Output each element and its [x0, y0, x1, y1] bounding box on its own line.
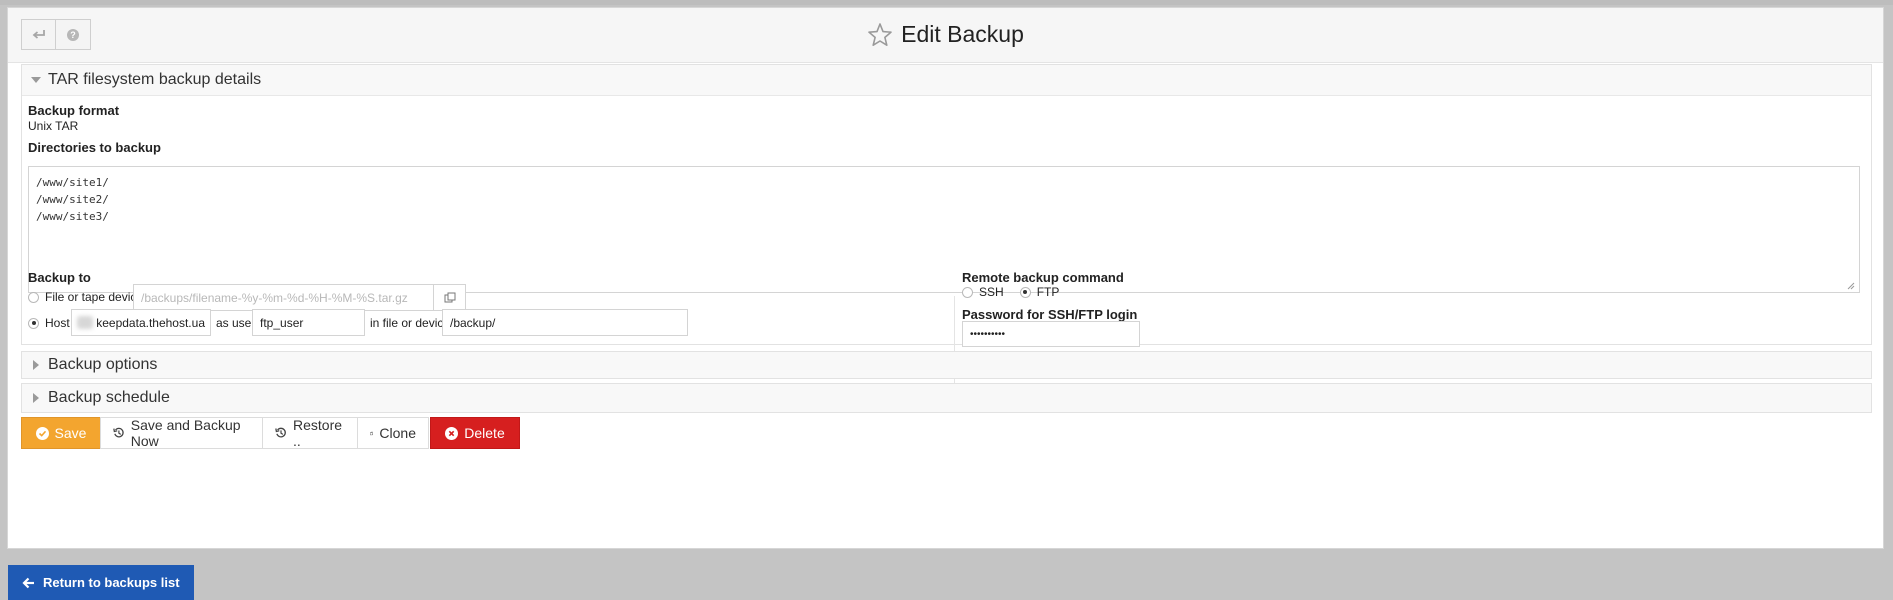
file-path-input[interactable]: /backups/filename-%y-%m-%d-%H-%M-%S.tar.… [133, 284, 434, 311]
backup-to-label: Backup to [28, 270, 91, 285]
file-option-label: File or tape device [45, 290, 144, 304]
caret-right-icon [33, 360, 39, 370]
redacted-host-prefix [77, 316, 94, 329]
backup-format-label: Backup format [28, 103, 120, 118]
restore-label: Restore .. [293, 417, 343, 449]
host-option-label: Host [45, 316, 70, 330]
host-option[interactable]: Host [28, 316, 70, 330]
remote-command-options: SSH FTP [962, 285, 1059, 299]
save-backup-now-button[interactable]: Save and Backup Now [100, 417, 263, 449]
in-file-label: in file or device [370, 316, 451, 330]
delete-label: Delete [464, 425, 505, 441]
file-chooser-icon [444, 292, 455, 302]
file-chooser-button[interactable] [433, 284, 466, 311]
return-to-list-button[interactable]: Return to backups list [8, 565, 194, 600]
as-user-label: as user [216, 316, 256, 330]
save-backup-now-label: Save and Backup Now [130, 417, 241, 449]
clone-button[interactable]: Clone [357, 417, 429, 449]
backup-schedule-section: Backup schedule [21, 383, 1872, 413]
ssh-label: SSH [979, 285, 1004, 299]
history-icon [275, 427, 286, 438]
x-circle-icon [445, 426, 459, 440]
file-option[interactable]: File or tape device [28, 290, 143, 304]
remote-path-input[interactable]: /backup/ [442, 309, 688, 336]
page-title: Edit Backup [901, 21, 1024, 47]
tar-details-title: TAR filesystem backup details [48, 71, 262, 88]
password-label: Password for SSH/FTP login [962, 307, 1138, 322]
save-label: Save [54, 425, 87, 441]
edit-backup-panel: ? Edit Backup TAR filesystem backup deta… [7, 7, 1884, 549]
backup-options-title: Backup options [48, 356, 158, 373]
backup-format-value: Unix TAR [28, 119, 79, 133]
ssh-radio[interactable] [962, 286, 973, 298]
backup-schedule-title: Backup schedule [48, 389, 170, 406]
host-value: keepdata.thehost.ua [96, 315, 205, 330]
clone-icon [370, 431, 374, 435]
caret-right-icon [33, 393, 39, 403]
host-radio[interactable] [28, 317, 39, 329]
user-input[interactable]: ftp_user [252, 309, 365, 336]
host-input[interactable]: keepdata.thehost.ua [71, 309, 211, 336]
tar-details-header[interactable]: TAR filesystem backup details [22, 65, 1871, 96]
clone-label: Clone [379, 425, 416, 441]
star-icon[interactable] [867, 22, 893, 47]
window-top-strip [0, 0, 1893, 5]
ftp-radio[interactable] [1019, 286, 1031, 298]
password-input[interactable]: •••••••••• [962, 321, 1140, 347]
action-buttons: Save Save and Backup Now Restore .. Clon… [21, 417, 520, 449]
resize-grip-icon[interactable] [1845, 280, 1855, 290]
page-header: ? Edit Backup [8, 8, 1883, 63]
history-icon [113, 427, 124, 438]
page-title-wrap: Edit Backup [8, 21, 1883, 48]
restore-button[interactable]: Restore .. [262, 417, 358, 449]
arrow-left-icon [22, 577, 34, 588]
ftp-label: FTP [1036, 285, 1060, 299]
caret-down-icon [31, 77, 41, 83]
check-icon [35, 426, 49, 440]
tar-details-section: TAR filesystem backup details Backup for… [21, 64, 1872, 413]
remote-command-label: Remote backup command [962, 270, 1124, 285]
backup-schedule-header[interactable]: Backup schedule [22, 384, 1871, 412]
save-button[interactable]: Save [21, 417, 101, 449]
backup-options-section: Backup options [21, 351, 1872, 379]
return-label: Return to backups list [43, 575, 180, 590]
delete-button[interactable]: Delete [430, 417, 520, 449]
backup-options-header[interactable]: Backup options [22, 352, 1871, 378]
directories-textarea[interactable] [28, 166, 1860, 293]
directories-label: Directories to backup [28, 140, 161, 155]
file-radio[interactable] [28, 291, 39, 303]
